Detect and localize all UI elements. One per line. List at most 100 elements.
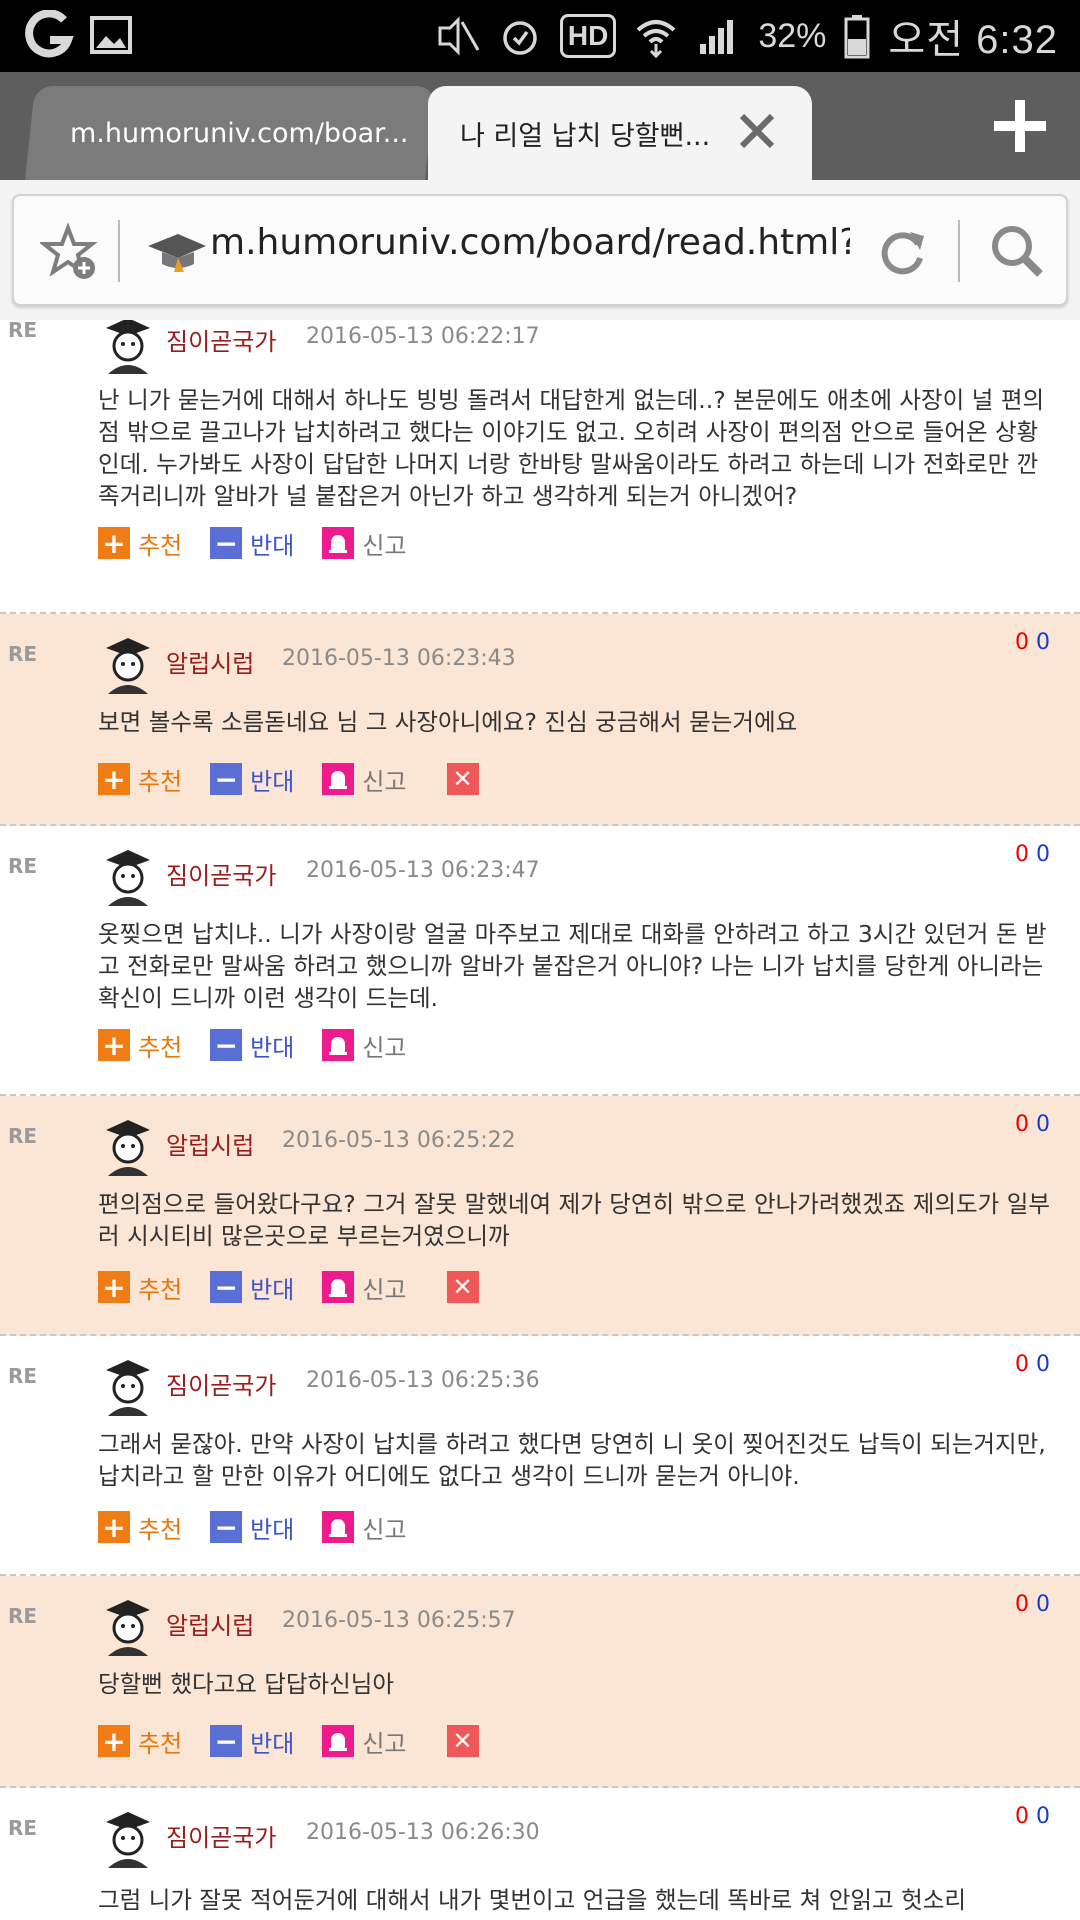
gallery-notification-icon <box>86 10 136 65</box>
downvote-button[interactable]: − 반대 <box>210 526 294 561</box>
comment-item: RE 짐이곧국가 2016-05-13 06:23:47 0 0 옷찢으면 납치… <box>0 826 1080 1096</box>
wifi-icon <box>634 14 678 58</box>
avatar-icon <box>98 1808 158 1868</box>
plus-icon: + <box>98 763 130 796</box>
minus-icon: − <box>210 1271 243 1304</box>
tab-current-page[interactable]: 나 리얼 납치 당할뻔... <box>428 86 812 180</box>
upvote-button[interactable]: + 추천 <box>98 1270 182 1305</box>
comment-actions: + 추천 − 반대 신고 ✕ <box>98 1270 479 1304</box>
comment-author[interactable]: 알럽시럽 <box>166 1126 254 1161</box>
battery-icon <box>844 14 870 59</box>
signal-icon <box>696 14 740 58</box>
tab-label: 나 리얼 납치 당할뻔... <box>460 120 711 152</box>
downvote-button[interactable]: − 반대 <box>210 1510 294 1545</box>
comment-actions: + 추천 − 반대 신고 ✕ <box>98 1724 479 1758</box>
comment-item: RE 짐이곧국가 2016-05-13 06:25:36 0 0 그래서 묻잖아… <box>0 1336 1080 1576</box>
new-tab-plus-icon[interactable] <box>990 96 1050 156</box>
report-button[interactable]: 신고 <box>322 762 407 797</box>
comment-author[interactable]: 짐이곧국가 <box>166 1366 276 1401</box>
mute-icon <box>436 14 480 58</box>
minus-icon: − <box>210 1725 243 1758</box>
comment-author[interactable]: 짐이곧국가 <box>166 856 276 891</box>
comment-body: 당할뻔 했다고요 답답하신님아 <box>98 1670 394 1698</box>
address-bar[interactable]: m.humoruniv.com/board/read.html?t <box>12 194 1068 306</box>
comment-list: RE 짐이곧국가 2016-05-13 06:22:17 0 0 난 니가 묻는… <box>0 320 1080 1920</box>
report-button[interactable]: 신고 <box>322 1028 407 1063</box>
upvote-button[interactable]: + 추천 <box>98 526 182 561</box>
url-separator <box>118 220 120 282</box>
comment-body: 난 니가 묻는거에 대해서 하나도 빙빙 돌려서 대답한게 없는데..? 본문에… <box>98 386 1045 510</box>
vote-count: 0 0 <box>1015 842 1050 867</box>
siren-icon <box>322 1725 355 1757</box>
reply-re-icon: RE <box>8 642 38 666</box>
comment-item: RE 짐이곧국가 2016-05-13 06:22:17 0 0 난 니가 묻는… <box>0 320 1080 614</box>
reply-re-icon: RE <box>8 854 38 878</box>
plus-icon: + <box>98 1029 130 1062</box>
tab-humoruniv-board[interactable]: m.humoruniv.com/boar... <box>25 86 435 180</box>
reply-re-icon: RE <box>8 320 38 342</box>
upvote-button[interactable]: + 추천 <box>98 1724 182 1759</box>
report-button[interactable]: 신고 <box>322 526 407 561</box>
downvote-button[interactable]: − 반대 <box>210 762 294 797</box>
comment-author[interactable]: 짐이곧국가 <box>166 1818 276 1853</box>
upvote-button[interactable]: + 추천 <box>98 762 182 797</box>
plus-icon: + <box>98 1511 130 1544</box>
siren-icon <box>322 1271 355 1303</box>
clock: 오전 6:32 <box>888 18 1058 62</box>
comment-item: RE 짐이곧국가 2016-05-13 06:26:30 0 0 그럼 니가 잘… <box>0 1788 1080 1920</box>
comment-timestamp: 2016-05-13 06:23:43 <box>282 646 516 671</box>
search-icon[interactable] <box>988 222 1046 280</box>
status-bar: HD 32% 오전 6:32 <box>0 0 1080 72</box>
report-button[interactable]: 신고 <box>322 1510 407 1545</box>
reload-icon[interactable] <box>872 222 932 282</box>
avatar-icon <box>98 634 158 694</box>
report-button[interactable]: 신고 <box>322 1724 407 1759</box>
siren-icon <box>322 1511 355 1543</box>
siren-icon <box>322 527 355 559</box>
downvote-button[interactable]: − 반대 <box>210 1270 294 1305</box>
close-icon[interactable] <box>734 108 780 154</box>
upvote-button[interactable]: + 추천 <box>98 1028 182 1063</box>
delete-icon[interactable]: ✕ <box>446 1271 479 1303</box>
minus-icon: − <box>210 527 243 560</box>
reply-re-icon: RE <box>8 1124 38 1148</box>
comment-body: 보면 볼수록 소름돋네요 님 그 사장아니에요? 진심 궁금해서 묻는거에요 <box>98 708 798 736</box>
avatar-icon <box>98 1116 158 1176</box>
avatar-icon <box>98 1596 158 1656</box>
delete-icon[interactable]: ✕ <box>446 763 479 795</box>
site-favicon-icon <box>144 226 208 276</box>
reply-re-icon: RE <box>8 1816 38 1840</box>
report-button[interactable]: 신고 <box>322 1270 407 1305</box>
comment-timestamp: 2016-05-13 06:26:30 <box>306 1820 540 1845</box>
siren-icon <box>322 763 355 795</box>
alarm-icon <box>498 14 542 58</box>
downvote-button[interactable]: − 반대 <box>210 1028 294 1063</box>
reply-re-icon: RE <box>8 1364 38 1388</box>
downvote-button[interactable]: − 반대 <box>210 1724 294 1759</box>
upvote-button[interactable]: + 추천 <box>98 1510 182 1545</box>
url-separator <box>958 220 960 282</box>
comment-timestamp: 2016-05-13 06:22:17 <box>306 324 540 349</box>
comment-timestamp: 2016-05-13 06:25:36 <box>306 1368 540 1393</box>
tab-bar: m.humoruniv.com/boar... 나 리얼 납치 당할뻔... <box>0 72 1080 180</box>
battery-percent: 32% <box>758 16 827 55</box>
comment-author[interactable]: 알럽시럽 <box>166 1606 254 1641</box>
comment-author[interactable]: 짐이곧국가 <box>166 322 276 357</box>
hd-voice-icon: HD <box>559 14 617 58</box>
comment-author[interactable]: 알럽시럽 <box>166 644 254 679</box>
plus-icon: + <box>98 1725 130 1758</box>
carrier-icon <box>24 9 76 67</box>
comment-item: RE 알럽시럽 2016-05-13 06:25:57 0 0 당할뻔 했다고요… <box>0 1576 1080 1788</box>
comment-actions: + 추천 − 반대 신고 <box>98 1510 435 1544</box>
avatar-icon <box>98 320 158 374</box>
minus-icon: − <box>210 1029 243 1062</box>
comment-item: RE 알럽시럽 2016-05-13 06:23:43 0 0 보면 볼수록 소… <box>0 614 1080 826</box>
vote-count: 0 0 <box>1015 320 1050 321</box>
bookmark-add-star-icon[interactable] <box>38 222 102 284</box>
comment-item: RE 알럽시럽 2016-05-13 06:25:22 0 0 편의점으로 들어… <box>0 1096 1080 1336</box>
url-text[interactable]: m.humoruniv.com/board/read.html?t <box>210 222 850 263</box>
comment-actions: + 추천 − 반대 신고 ✕ <box>98 762 479 796</box>
comment-timestamp: 2016-05-13 06:25:22 <box>282 1128 516 1153</box>
plus-icon: + <box>98 1271 130 1304</box>
delete-icon[interactable]: ✕ <box>446 1725 479 1757</box>
